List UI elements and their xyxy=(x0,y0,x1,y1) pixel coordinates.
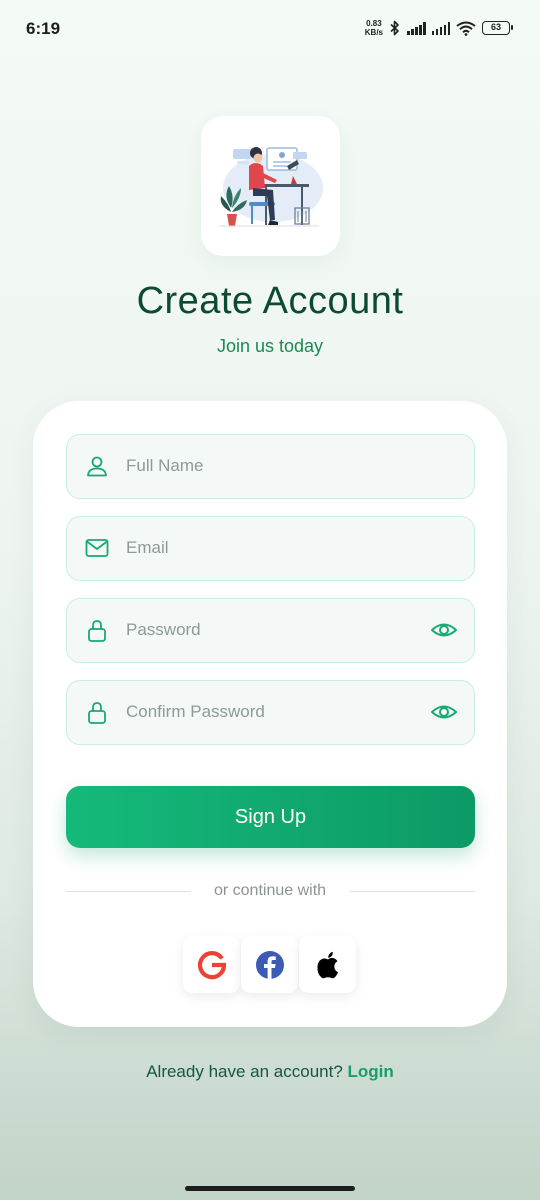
signal-icon xyxy=(407,21,426,35)
network-speed-unit: KB/s xyxy=(364,28,383,37)
home-indicator[interactable] xyxy=(185,1186,355,1191)
confirm-password-field[interactable]: Confirm Password xyxy=(66,680,475,745)
apple-button[interactable] xyxy=(299,936,356,993)
apple-icon xyxy=(316,951,338,978)
full-name-field[interactable]: Full Name xyxy=(66,434,475,499)
user-icon xyxy=(87,456,107,477)
login-link[interactable]: Login xyxy=(348,1062,394,1081)
eye-icon[interactable] xyxy=(430,618,458,642)
email-placeholder: Email xyxy=(126,538,169,557)
facebook-icon xyxy=(255,950,284,979)
full-name-placeholder: Full Name xyxy=(126,456,204,475)
network-speed: 0.83 KB/s xyxy=(365,19,383,37)
status-time: 6:19 xyxy=(26,19,61,38)
app-logo xyxy=(201,116,340,256)
wifi-icon xyxy=(456,21,476,36)
network-speed-value: 0.83 xyxy=(366,19,382,28)
status-bar: 6:19 0.83 KB/s 63 xyxy=(0,0,540,56)
password-field[interactable]: Password xyxy=(66,598,475,663)
login-prompt-text: Already have an account? xyxy=(146,1062,343,1081)
mail-icon xyxy=(85,539,109,557)
password-placeholder: Password xyxy=(126,620,201,639)
status-icons: 0.83 KB/s 63 xyxy=(365,19,513,37)
page-subtitle: Join us today xyxy=(216,336,324,356)
confirm-password-placeholder: Confirm Password xyxy=(126,702,265,721)
google-icon xyxy=(197,950,226,979)
divider-line-right xyxy=(350,891,475,892)
lock-icon xyxy=(88,702,106,724)
desk-illustration-icon xyxy=(219,147,323,227)
facebook-button[interactable] xyxy=(241,936,298,993)
signup-card: Full Name Email Password Confirm Passwor… xyxy=(33,401,507,1027)
email-field[interactable]: Email xyxy=(66,516,475,581)
lock-icon xyxy=(88,620,106,642)
bluetooth-icon xyxy=(390,20,399,36)
eye-icon[interactable] xyxy=(430,700,458,724)
google-button[interactable] xyxy=(183,936,240,993)
signal-icon xyxy=(431,21,450,35)
login-prompt-line: Already have an account? Login xyxy=(0,1062,540,1082)
page-title: Create Account xyxy=(136,280,404,322)
battery-icon: 63 xyxy=(482,21,513,35)
sign-up-button[interactable]: Sign Up xyxy=(66,786,475,848)
